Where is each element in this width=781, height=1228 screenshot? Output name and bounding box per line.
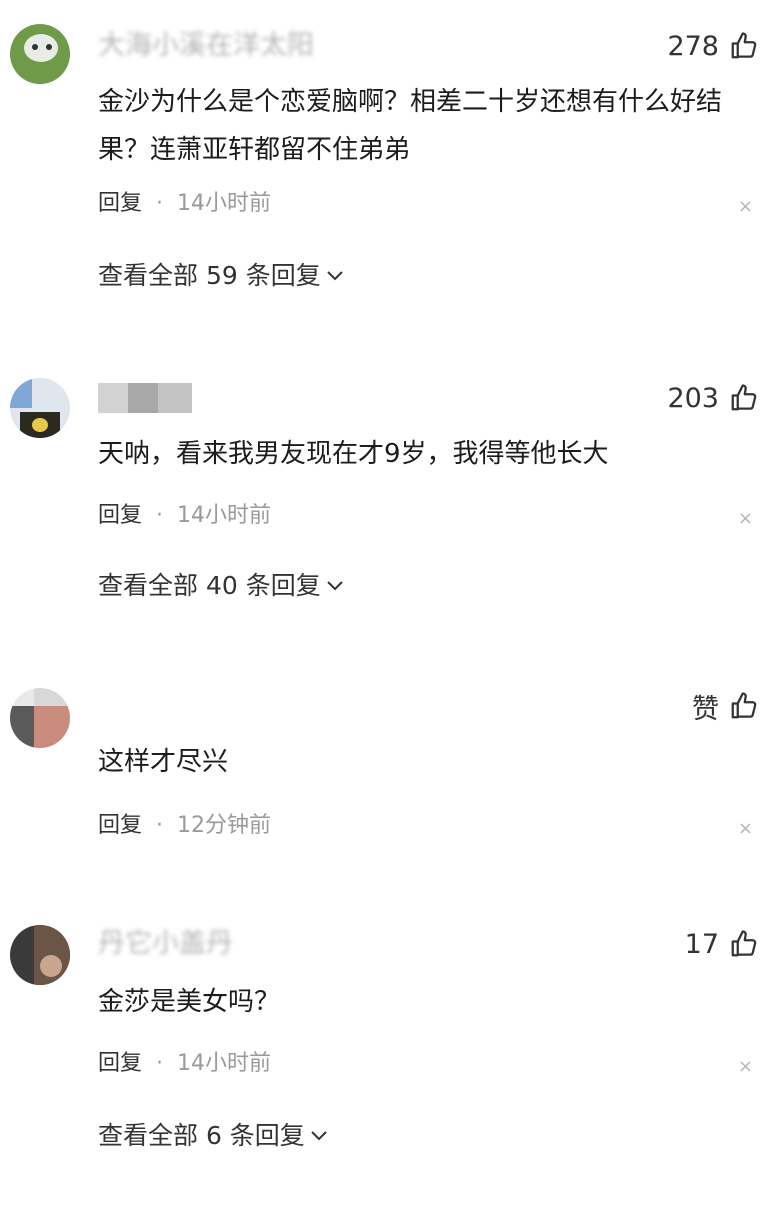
comment-text: 金莎是美女吗？	[98, 987, 281, 1017]
username[interactable]: 丹它小盖丹	[98, 930, 233, 958]
like-count: 17	[684, 928, 719, 960]
thumbs-up-icon[interactable]	[729, 929, 759, 959]
reply-button[interactable]: 回复	[98, 1048, 142, 1080]
comment-item: 丹它小盖丹 17 金莎是美女吗？ 回复 · 14小时前 × 查看全部 6 条回复	[0, 0, 781, 1228]
view-replies-label: 查看全部 6 条回复	[98, 1121, 305, 1150]
separator: ·	[156, 1051, 164, 1076]
avatar[interactable]	[10, 925, 70, 985]
comment-meta: 回复 · 14小时前	[98, 1048, 271, 1080]
close-icon[interactable]: ×	[738, 1056, 753, 1077]
timestamp: 14小时前	[177, 1051, 272, 1076]
like-group[interactable]: 17	[685, 924, 759, 964]
view-replies-button[interactable]: 查看全部 6 条回复	[98, 1116, 327, 1156]
chevron-down-icon	[311, 1131, 327, 1141]
